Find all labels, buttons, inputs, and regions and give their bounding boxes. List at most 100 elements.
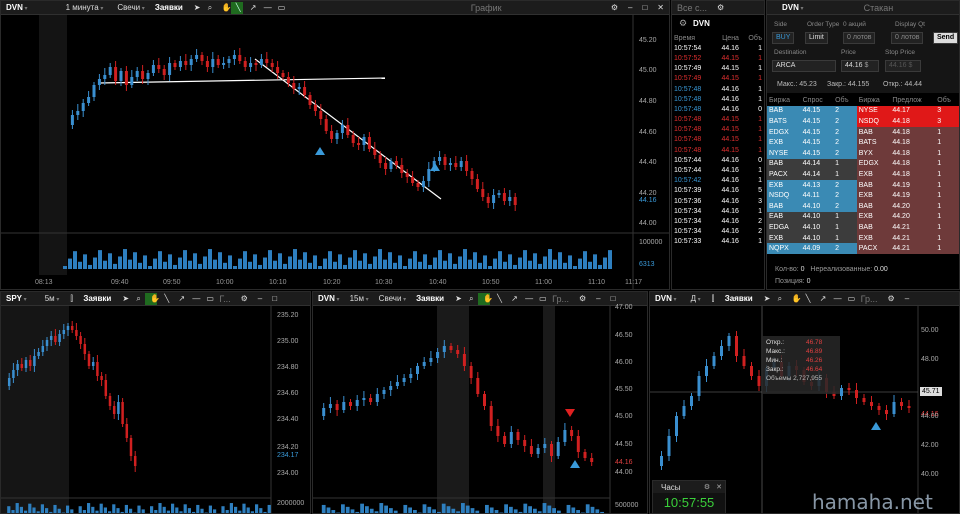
ask-exchange[interactable]: EXB: [856, 232, 891, 244]
order-type-select[interactable]: Limit: [805, 32, 828, 44]
symbol-selector[interactable]: DVN: [313, 294, 345, 303]
chart-type-selector[interactable]: Свечи: [112, 3, 149, 12]
bid-price[interactable]: 44.15: [800, 137, 834, 148]
ask-exchange[interactable]: PACX: [856, 243, 891, 254]
book-row[interactable]: NQPX 44.09 2 PACX 44.21 1: [767, 243, 959, 254]
zoom-icon[interactable]: ⌕: [464, 293, 476, 305]
book-row[interactable]: EDGX 44.15 2 BAB 44.18 1: [767, 126, 959, 138]
ask-price[interactable]: 44.18: [890, 169, 936, 180]
bid-price[interactable]: 44.13: [800, 179, 834, 191]
ask-size[interactable]: 1: [935, 211, 959, 223]
arrow-icon[interactable]: ↗: [245, 2, 257, 14]
bid-exchange[interactable]: EXB: [767, 179, 801, 191]
symbol-selector[interactable]: DVN: [1, 3, 33, 12]
spy-price-chart[interactable]: [1, 306, 311, 514]
book-row[interactable]: EDGA 44.10 1 BAB 44.21 1: [767, 222, 959, 233]
settings-icon[interactable]: ⚙: [883, 294, 900, 303]
bid-exchange[interactable]: NSDQ: [767, 190, 801, 201]
bid-size[interactable]: 2: [833, 105, 857, 117]
send-button[interactable]: Send: [933, 32, 959, 44]
bid-price[interactable]: 44.10: [800, 200, 834, 212]
symbol-selector[interactable]: DVN: [650, 294, 682, 303]
bid-size[interactable]: 1: [833, 158, 857, 170]
minimize-icon[interactable]: –: [623, 3, 637, 12]
bid-price[interactable]: 44.15: [800, 147, 834, 159]
bid-exchange[interactable]: BATS: [767, 116, 801, 127]
interval-selector[interactable]: 1 минута: [61, 3, 109, 12]
bid-price[interactable]: 44.10: [800, 211, 834, 223]
settings-icon[interactable]: ⚙: [574, 294, 591, 303]
hline-icon[interactable]: —: [829, 293, 842, 305]
bid-size[interactable]: 2: [833, 137, 857, 148]
maximize-icon[interactable]: □: [267, 294, 282, 303]
book-row[interactable]: NSDQ 44.11 2 EXB 44.19 1: [767, 190, 959, 201]
close-icon[interactable]: ✕: [652, 3, 669, 12]
bid-price[interactable]: 44.15: [800, 116, 834, 127]
rect-icon[interactable]: ▭: [273, 2, 286, 14]
bid-price[interactable]: 44.10: [800, 222, 834, 233]
ask-exchange[interactable]: BATS: [856, 137, 891, 148]
ask-price[interactable]: 44.20: [890, 200, 936, 212]
book-row[interactable]: EXB 44.13 2 BAB 44.19 1: [767, 179, 959, 191]
cursor-icon[interactable]: ➤: [759, 293, 771, 305]
stop-price-input[interactable]: 44.16 $: [885, 60, 921, 72]
tape-symbol[interactable]: DVN: [693, 19, 710, 28]
bid-exchange[interactable]: EXB: [767, 137, 801, 148]
ask-size[interactable]: 1: [935, 126, 959, 138]
gear-icon[interactable]: ⚙: [677, 17, 689, 29]
ask-price[interactable]: 44.21: [890, 243, 936, 254]
trendline-icon[interactable]: ╲: [492, 293, 504, 305]
main-price-chart[interactable]: [1, 15, 670, 290]
maximize-icon[interactable]: □: [637, 3, 652, 12]
ask-exchange[interactable]: EDGX: [856, 158, 891, 170]
zoom-icon[interactable]: ⌕: [131, 293, 143, 305]
ask-price[interactable]: 44.21: [890, 222, 936, 233]
hand-icon[interactable]: ✋: [217, 2, 232, 14]
book-row[interactable]: PACX 44.14 1 EXB 44.18 1: [767, 169, 959, 180]
hline-icon[interactable]: —: [259, 2, 272, 14]
book-row[interactable]: EXB 44.10 1 EXB 44.21 1: [767, 232, 959, 244]
interval-selector[interactable]: 15м: [345, 294, 374, 303]
rect-icon[interactable]: ▭: [843, 293, 856, 305]
bid-exchange[interactable]: NQPX: [767, 243, 801, 254]
bid-exchange[interactable]: BAB: [767, 105, 801, 117]
display-qty-input[interactable]: 0 лотов: [891, 32, 924, 44]
bid-size[interactable]: 2: [833, 190, 857, 201]
arrow-icon[interactable]: ↗: [506, 293, 518, 305]
ask-exchange[interactable]: EXB: [856, 190, 891, 201]
price-input[interactable]: 44.16 $: [841, 60, 879, 72]
ask-price[interactable]: 44.18: [890, 158, 936, 170]
orders-button[interactable]: Заявки: [720, 294, 758, 303]
bid-size[interactable]: 2: [833, 126, 857, 138]
ask-size[interactable]: 3: [935, 116, 959, 127]
bid-size[interactable]: 2: [833, 179, 857, 191]
bid-size[interactable]: 2: [833, 200, 857, 212]
minimize-icon[interactable]: –: [253, 294, 267, 303]
bid-size[interactable]: 1: [833, 232, 857, 244]
interval-selector[interactable]: 5м: [40, 294, 65, 303]
bid-size[interactable]: 2: [833, 147, 857, 159]
book-row[interactable]: NYSE 44.15 2 BYX 44.18 1: [767, 147, 959, 159]
destination-select[interactable]: ARCA: [772, 60, 836, 72]
minimize-icon[interactable]: –: [900, 294, 914, 303]
ask-exchange[interactable]: EXB: [856, 211, 891, 223]
hline-icon[interactable]: —: [520, 293, 533, 305]
symbol-selector[interactable]: SPY: [1, 294, 32, 303]
bid-size[interactable]: 1: [833, 211, 857, 223]
book-row[interactable]: BAB 44.14 1 EDGX 44.18 1: [767, 158, 959, 170]
ask-price[interactable]: 44.20: [890, 211, 936, 223]
ask-size[interactable]: 1: [935, 222, 959, 233]
ask-exchange[interactable]: NYSE: [856, 105, 891, 117]
ask-size[interactable]: 1: [935, 200, 959, 212]
settings-icon[interactable]: ⚙: [712, 3, 729, 12]
ask-price[interactable]: 44.19: [890, 190, 936, 201]
settings-icon[interactable]: ⚙: [701, 483, 713, 491]
ask-size[interactable]: 1: [935, 243, 959, 254]
ask-price[interactable]: 44.18: [890, 137, 936, 148]
ask-size[interactable]: 3: [935, 105, 959, 117]
bid-price[interactable]: 44.14: [800, 158, 834, 170]
ask-size[interactable]: 1: [935, 179, 959, 191]
chart-type-selector[interactable]: Свечи: [374, 294, 411, 303]
bid-size[interactable]: 2: [833, 243, 857, 254]
ask-size[interactable]: 1: [935, 169, 959, 180]
